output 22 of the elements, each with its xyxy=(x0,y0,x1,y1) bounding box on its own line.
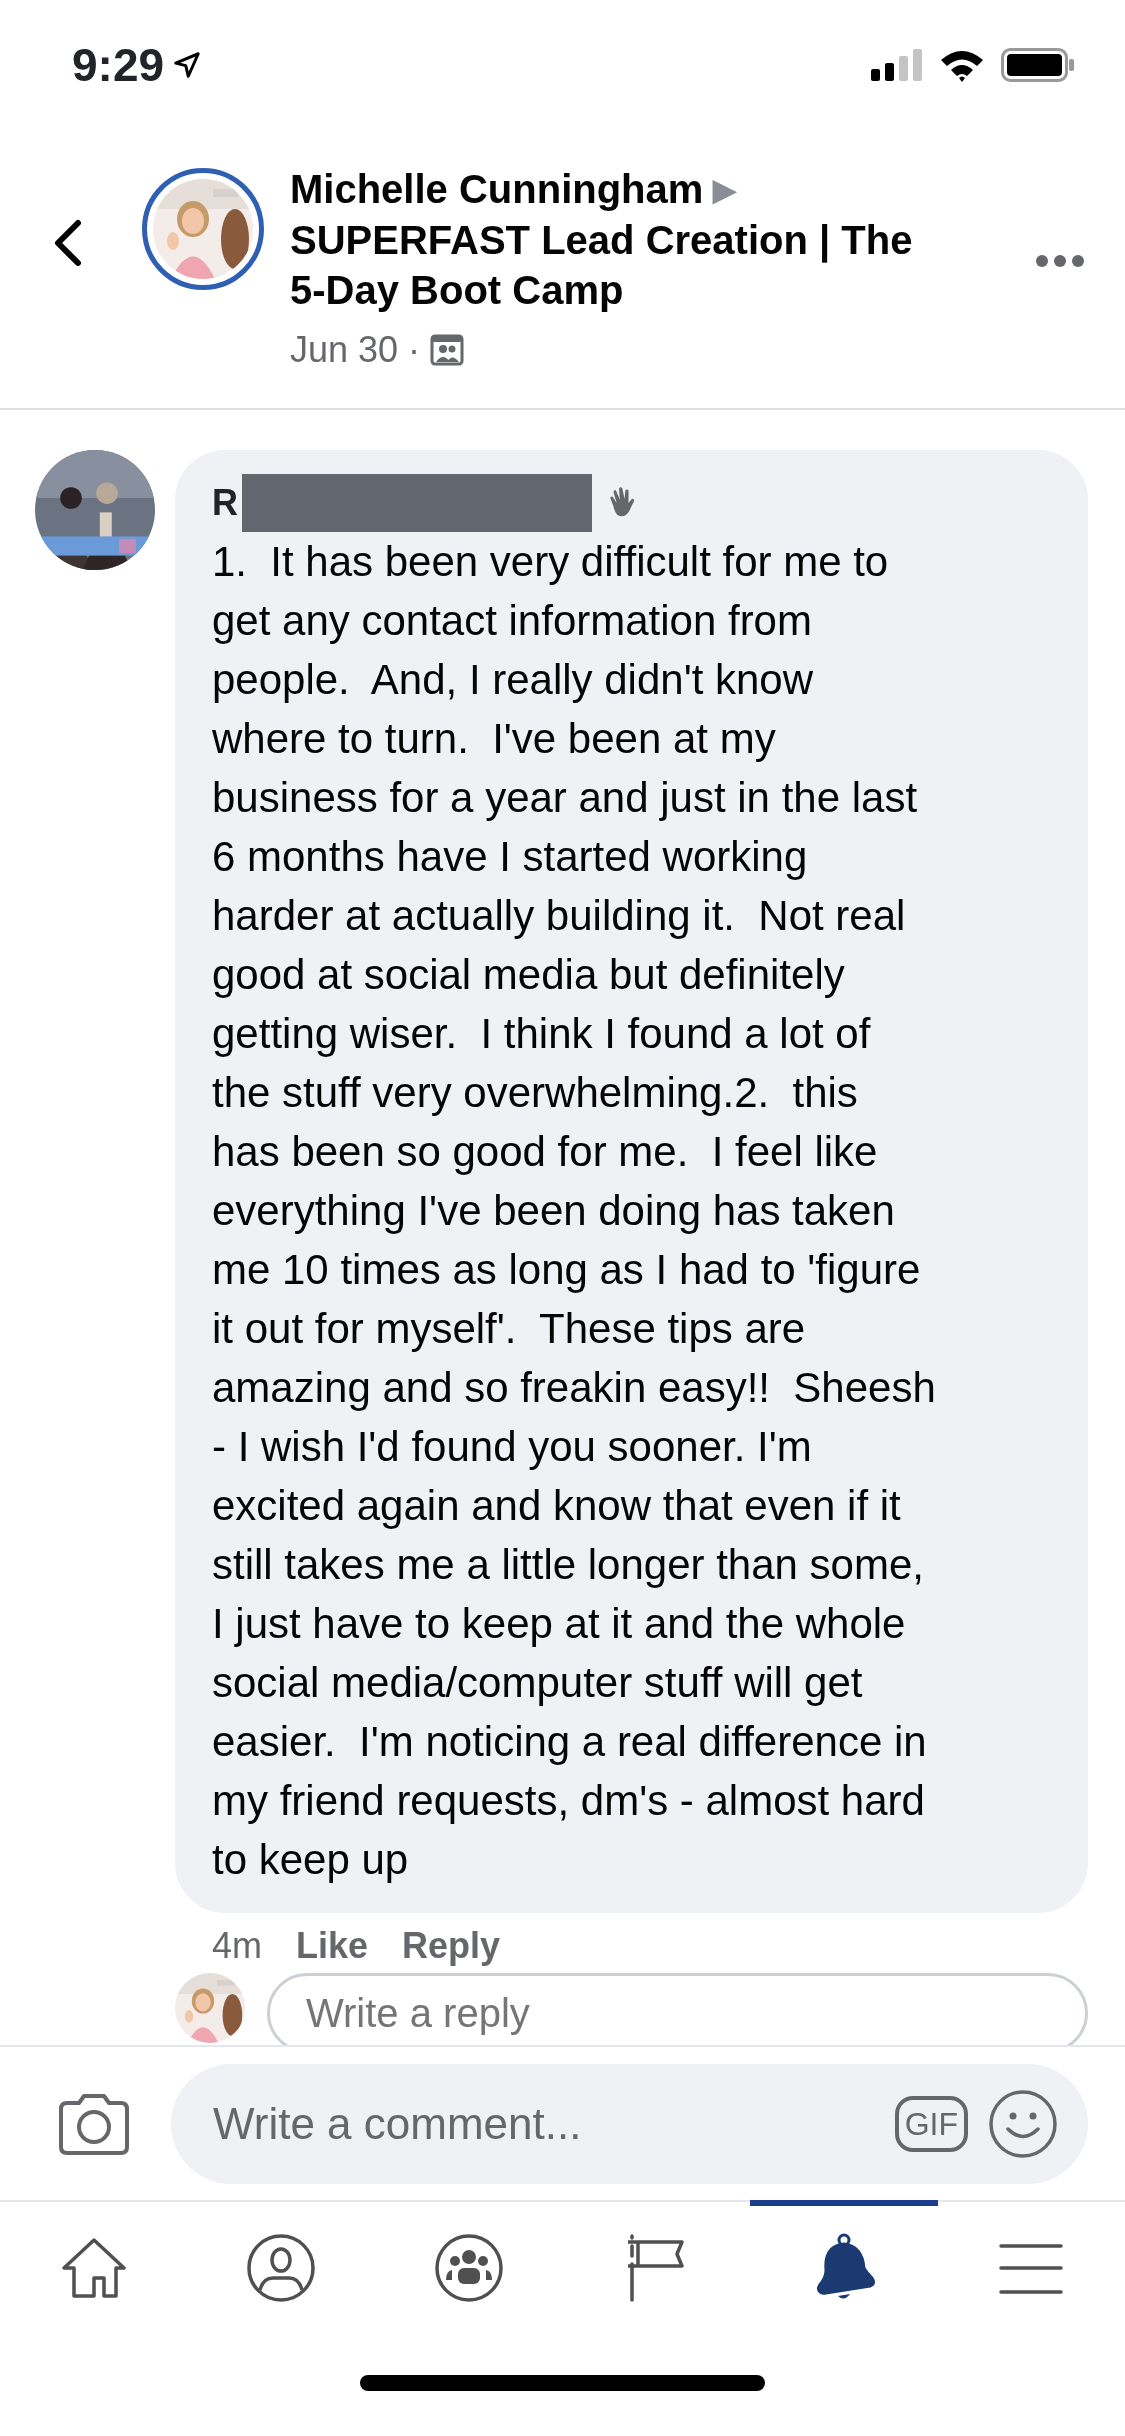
battery-icon xyxy=(1001,48,1075,82)
group-name[interactable]: SUPERFAST Lead Creation | The 5-Day Boot Camp xyxy=(290,215,935,315)
comment-text: 1. It has been very difficult for me to get any contact information from people. And, I really didn't know where to turn. I've been at my business for a year and just in the last 6 months have I started working harder at actually building it. Not real good at social media but definitely getting wiser. I think I found a lot of the stuff very overwhelming.2. this has been so good for me. I feel like everything I've been doing has taken me 10 times as long as I had to 'figure it out for myself'. These tips are amazing and so freakin easy!! Sheesh - I wish I'd found you sooner. I'm excited again and know that even if it still takes me a little longer than some, I just have to keep at it and the whole social media/computer stuff will get easier. I'm noticing a real difference in my friend requests, dm's - almost hard to keep up xyxy=(212,537,937,1885)
comment-time: 4m xyxy=(212,1924,262,1968)
arrow-glyph: ▶ xyxy=(713,173,737,206)
comment-field[interactable]: Write a comment... GIF xyxy=(171,2063,1088,2184)
group-icon xyxy=(432,2232,505,2304)
group-privacy-icon xyxy=(430,334,465,366)
signal-icon xyxy=(871,49,923,81)
location-arrow-icon xyxy=(172,50,203,80)
gif-button[interactable]: GIF xyxy=(894,2095,968,2152)
commenter-name[interactable]: R xyxy=(212,476,238,530)
reply-field[interactable]: Write a reply xyxy=(267,1973,1088,2045)
comment-action-link[interactable]: Reply xyxy=(402,1919,501,1973)
comment-action-link[interactable]: Like xyxy=(296,1919,369,1973)
separator-dot: · xyxy=(408,328,421,372)
clock-time: 9:29 xyxy=(72,37,165,93)
emoji-icon[interactable] xyxy=(988,2088,1058,2159)
post-date: Jun 30 xyxy=(290,328,399,372)
author-name[interactable]: Michelle Cunningham xyxy=(290,167,704,211)
profile-icon xyxy=(245,2232,318,2304)
wifi-icon xyxy=(939,48,985,82)
